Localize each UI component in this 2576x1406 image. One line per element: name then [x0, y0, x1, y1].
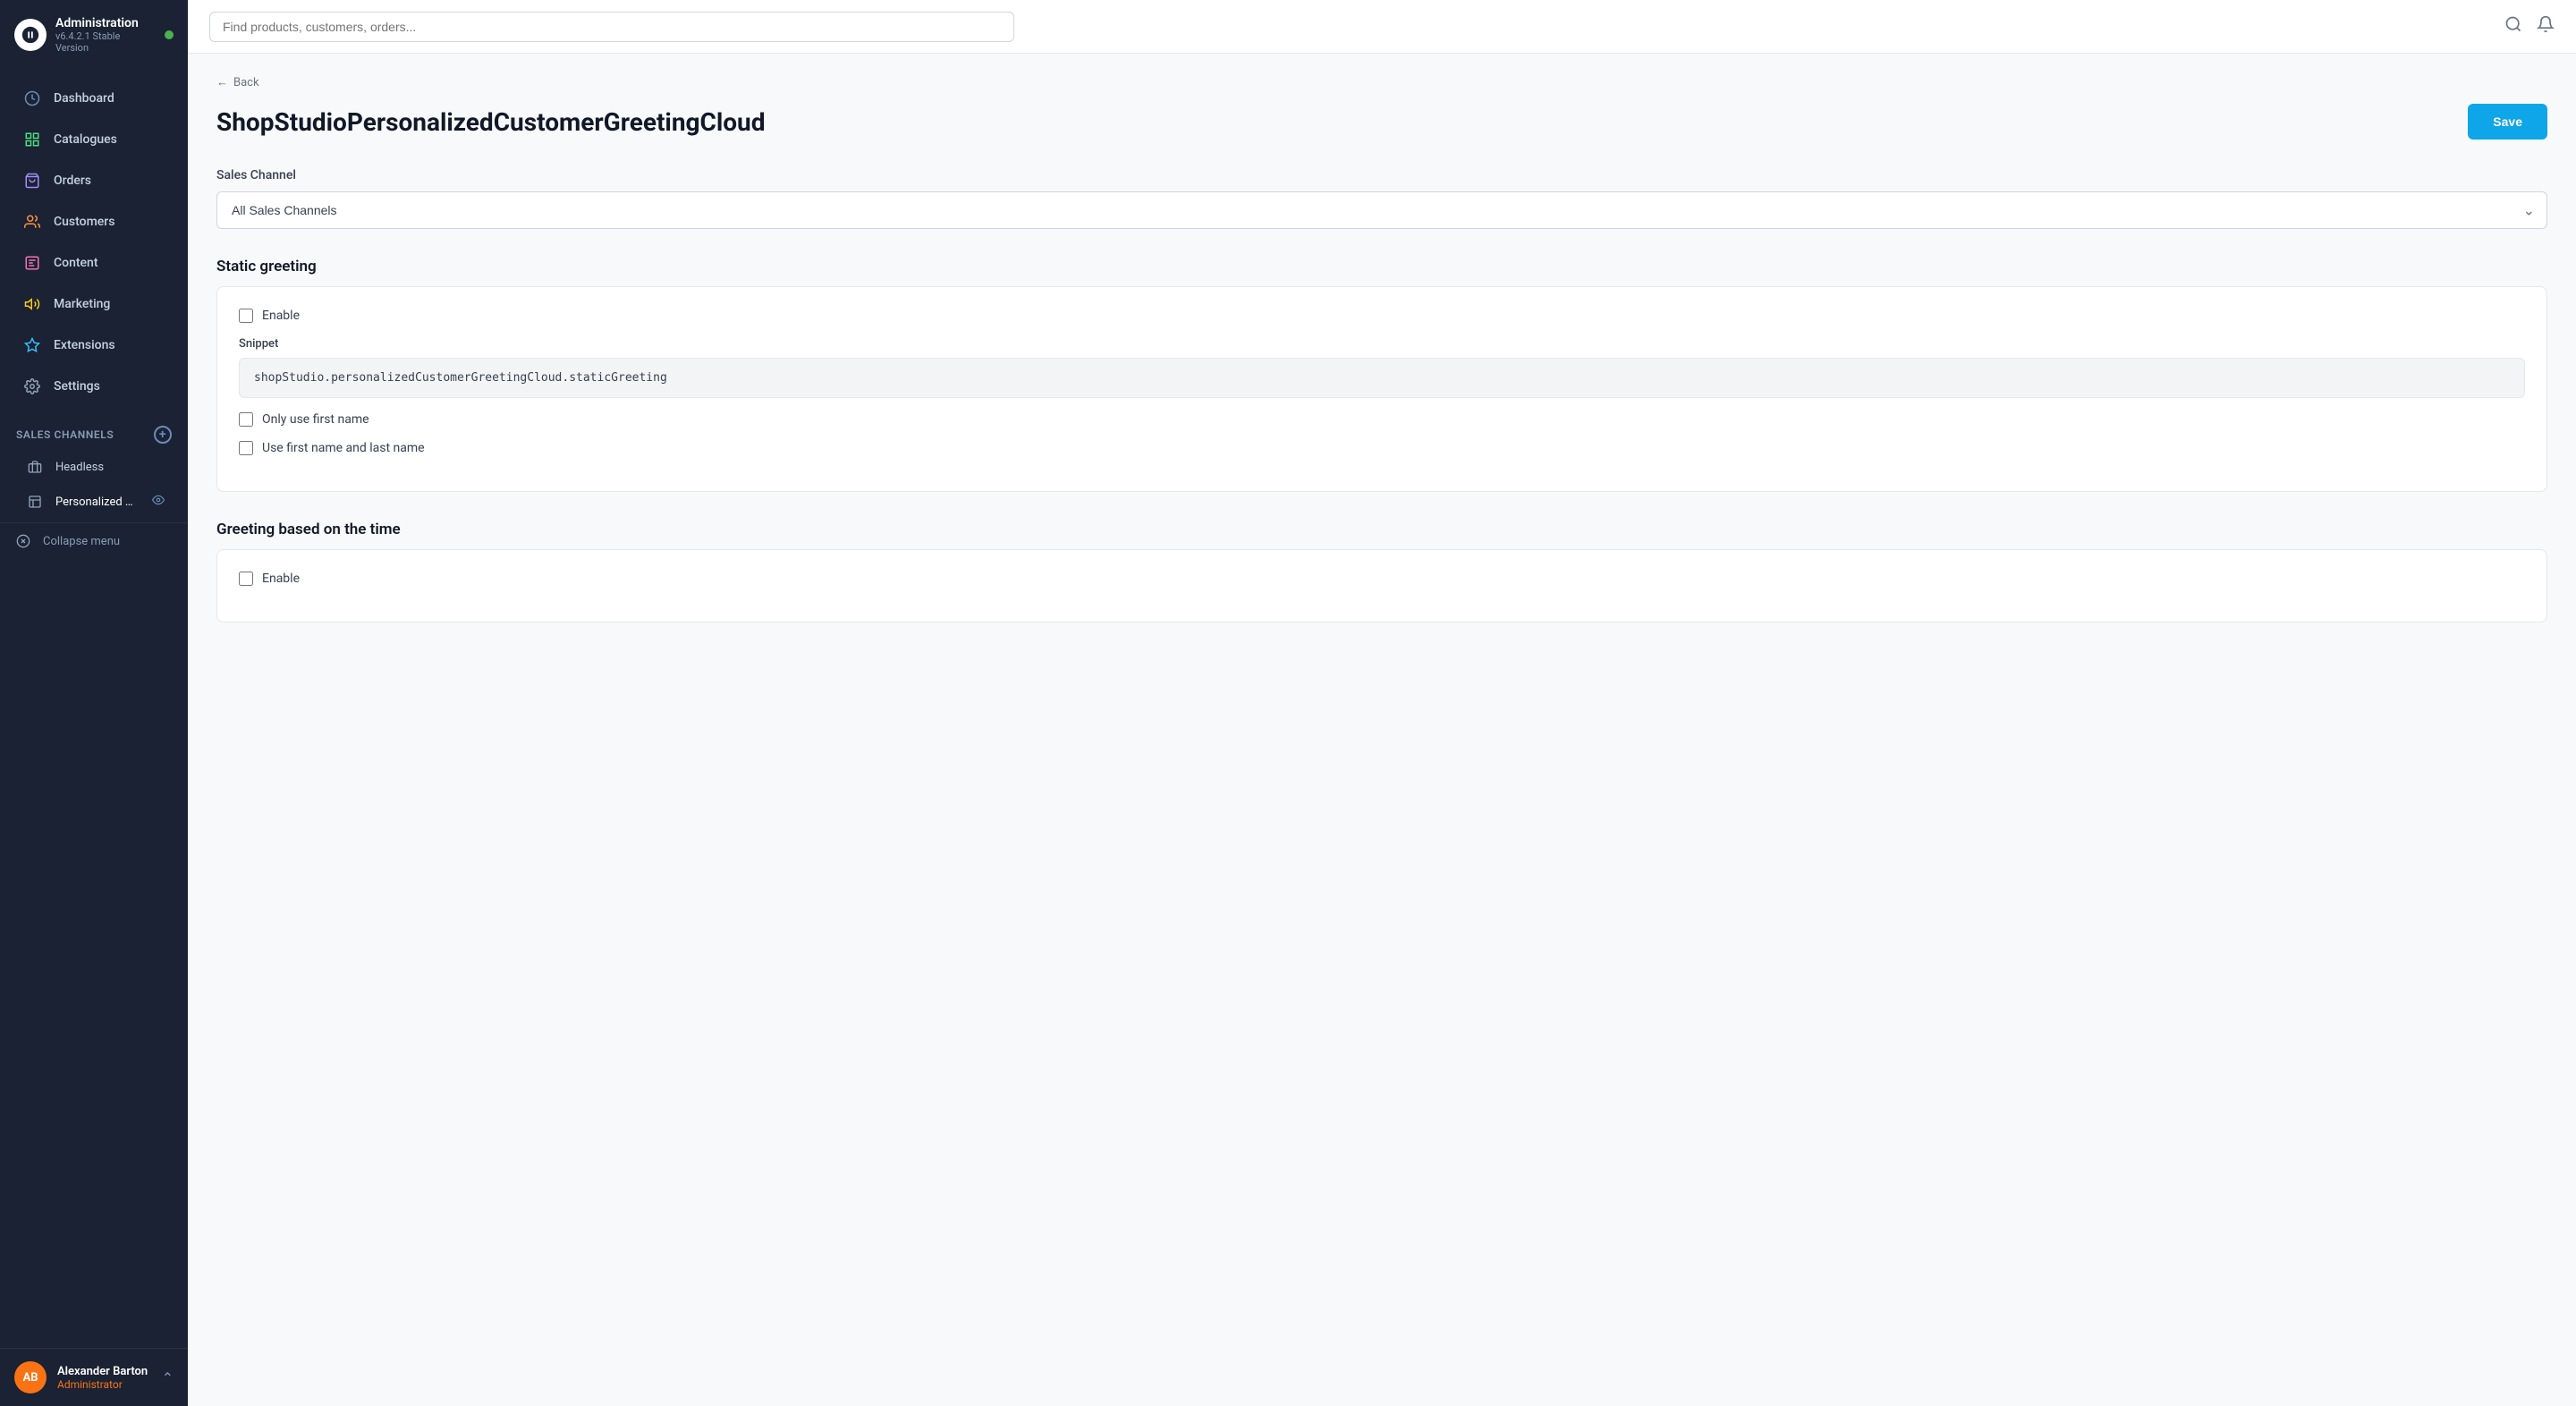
page-content: ← Back ShopStudioPersonalizedCustomerGre…: [188, 54, 2576, 1406]
page-title: ShopStudioPersonalizedCustomerGreetingCl…: [216, 107, 766, 137]
sales-channels-section: Sales Channels +: [0, 413, 188, 449]
extensions-icon: [23, 336, 41, 354]
brand-title: Administration: [55, 16, 156, 30]
sidebar-item-label: Content: [54, 256, 98, 270]
collapse-label: Collapse menu: [43, 535, 120, 548]
sidebar-nav: Dashboard Catalogues Orders: [0, 70, 188, 1348]
enable-time-label: Enable: [262, 572, 300, 586]
main-content: ← Back ShopStudioPersonalizedCustomerGre…: [188, 0, 2576, 1406]
static-greeting-card: Enable Snippet shopStudio.personalizedCu…: [216, 286, 2547, 492]
chevron-up-icon: ⌃: [162, 1369, 174, 1386]
sidebar-header: Administration v6.4.2.1 Stable Version: [0, 0, 188, 70]
customers-icon: [23, 213, 41, 231]
avatar-initials: AB: [22, 1371, 38, 1385]
time-greeting-heading: Greeting based on the time: [216, 521, 2547, 538]
user-info: Alexander Barton Administrator: [57, 1365, 151, 1391]
sidebar-item-catalogues[interactable]: Catalogues: [7, 120, 181, 159]
avatar: AB: [14, 1361, 47, 1393]
search-box[interactable]: [209, 12, 1014, 42]
user-profile[interactable]: AB Alexander Barton Administrator ⌃: [0, 1348, 188, 1406]
top-bar-icons: [2504, 15, 2555, 38]
top-bar: [188, 0, 2576, 54]
marketing-icon: [23, 295, 41, 313]
search-input[interactable]: [223, 20, 1001, 34]
sales-channels-label: Sales Channels: [16, 428, 114, 441]
sidebar-item-customers[interactable]: Customers: [7, 202, 181, 241]
sales-channel-select[interactable]: All Sales Channels: [216, 191, 2547, 229]
static-greeting-heading: Static greeting: [216, 258, 2547, 275]
static-greeting-section: Static greeting Enable Snippet shopStudi…: [216, 258, 2547, 492]
sidebar-item-headless[interactable]: Headless: [7, 450, 181, 484]
first-last-name-row: Use first name and last name: [239, 441, 2525, 455]
sales-channel-select-wrapper: All Sales Channels ⌄: [216, 191, 2547, 229]
back-arrow-icon: ←: [216, 75, 228, 89]
content-icon: [23, 254, 41, 272]
dashboard-icon: [23, 89, 41, 107]
catalogues-icon: [23, 131, 41, 148]
sidebar-item-orders[interactable]: Orders: [7, 161, 181, 200]
enable-static-label: Enable: [262, 309, 300, 323]
page-header: ShopStudioPersonalizedCustomerGreetingCl…: [216, 104, 2547, 140]
sidebar-item-settings[interactable]: Settings: [7, 367, 181, 406]
sidebar-item-extensions[interactable]: Extensions: [7, 326, 181, 365]
add-sales-channel-button[interactable]: +: [154, 426, 172, 444]
enable-static-checkbox[interactable]: [239, 309, 253, 323]
save-button[interactable]: Save: [2468, 104, 2547, 140]
snippet-label: Snippet: [239, 337, 2525, 351]
sales-channel-section: Sales Channel All Sales Channels ⌄: [216, 168, 2547, 229]
time-greeting-card: Enable: [216, 549, 2547, 623]
sidebar-item-label: Extensions: [54, 338, 115, 352]
sidebar-item-marketing[interactable]: Marketing: [7, 284, 181, 324]
sidebar-sub-item-label: Personalized customer gre...: [55, 495, 136, 509]
sidebar-item-label: Orders: [54, 174, 91, 188]
sidebar-item-label: Dashboard: [54, 91, 114, 106]
search-icon[interactable]: [2504, 15, 2522, 38]
brand-info: Administration v6.4.2.1 Stable Version: [55, 16, 156, 54]
back-label: Back: [233, 76, 259, 89]
orders-icon: [23, 172, 41, 190]
settings-icon: [23, 377, 41, 395]
visibility-icon[interactable]: [152, 494, 165, 510]
headless-icon: [27, 459, 43, 475]
user-role: Administrator: [57, 1378, 151, 1391]
sidebar-sub-item-label: Headless: [55, 461, 104, 474]
brand-version: v6.4.2.1 Stable Version: [55, 30, 156, 54]
enable-time-row: Enable: [239, 572, 2525, 586]
sidebar-item-dashboard[interactable]: Dashboard: [7, 79, 181, 118]
status-dot: [165, 30, 174, 39]
time-greeting-section: Greeting based on the time Enable: [216, 521, 2547, 623]
notification-icon[interactable]: [2537, 15, 2555, 38]
back-link[interactable]: ← Back: [216, 75, 2547, 89]
snippet-value: shopStudio.personalizedCustomerGreetingC…: [239, 358, 2525, 398]
collapse-menu-button[interactable]: Collapse menu: [0, 522, 188, 559]
app-logo: [14, 19, 47, 51]
first-last-name-label: Use first name and last name: [262, 441, 425, 455]
sales-channel-label: Sales Channel: [216, 168, 2547, 182]
only-first-name-label: Only use first name: [262, 412, 369, 427]
personalized-icon: [27, 494, 43, 510]
user-name: Alexander Barton: [57, 1365, 151, 1378]
sidebar-item-label: Marketing: [54, 297, 110, 311]
sidebar-item-label: Settings: [54, 379, 100, 394]
only-first-name-checkbox[interactable]: [239, 412, 253, 427]
sidebar-item-label: Customers: [54, 215, 114, 229]
enable-static-row: Enable: [239, 309, 2525, 323]
enable-time-checkbox[interactable]: [239, 572, 253, 586]
sidebar-item-label: Catalogues: [54, 132, 117, 147]
sidebar: Administration v6.4.2.1 Stable Version D…: [0, 0, 188, 1406]
first-last-name-checkbox[interactable]: [239, 441, 253, 455]
only-first-name-row: Only use first name: [239, 412, 2525, 427]
sidebar-item-personalized[interactable]: Personalized customer gre...: [7, 485, 181, 519]
sidebar-item-content[interactable]: Content: [7, 243, 181, 283]
